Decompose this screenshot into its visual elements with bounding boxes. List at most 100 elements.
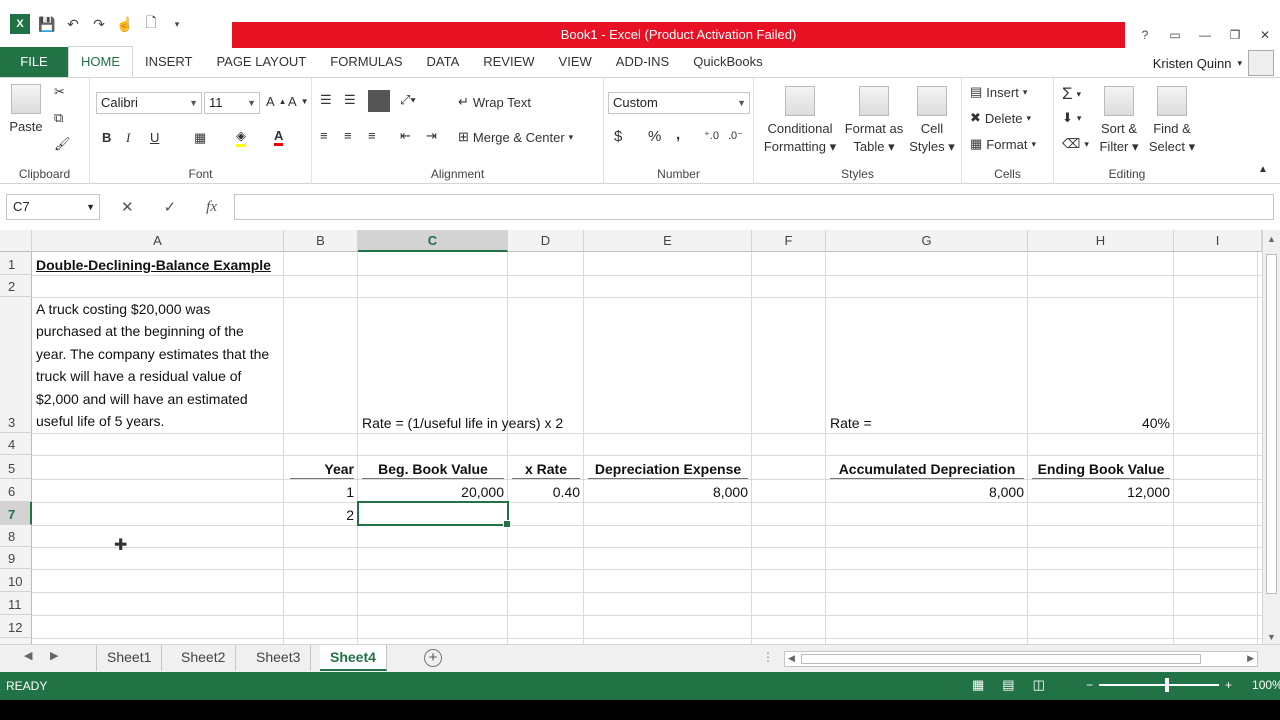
orientation-icon[interactable]: ⤢▾: [400, 92, 416, 108]
cell-h3[interactable]: 40%: [1028, 411, 1174, 433]
page-break-view-icon[interactable]: ◫: [1033, 677, 1045, 693]
format-painter-icon[interactable]: 🖌: [54, 136, 71, 152]
formula-input[interactable]: [234, 194, 1274, 220]
cell-a1[interactable]: Double-Declining-Balance Example: [32, 252, 284, 275]
tab-page-layout[interactable]: PAGE LAYOUT: [204, 47, 318, 77]
cell-e5[interactable]: Depreciation Expense: [584, 455, 752, 479]
name-box[interactable]: C7 ▼: [6, 194, 100, 220]
cell-h6[interactable]: 12,000: [1028, 479, 1174, 502]
column-header-b[interactable]: B: [284, 230, 358, 252]
customize-qat-icon[interactable]: ▾: [164, 11, 190, 37]
copy-icon[interactable]: ⧉: [54, 110, 63, 126]
grow-font-icon[interactable]: A ▲: [266, 94, 287, 109]
restore-icon[interactable]: ❐: [1220, 22, 1250, 48]
tab-add-ins[interactable]: ADD-INS: [604, 47, 681, 77]
row-header-3[interactable]: 3: [0, 297, 32, 433]
tab-view[interactable]: VIEW: [547, 47, 604, 77]
zoom-level[interactable]: 100%: [1252, 678, 1280, 692]
align-left-icon[interactable]: ≡: [320, 128, 328, 143]
shrink-font-icon[interactable]: A ▼: [288, 94, 309, 109]
cell-g6[interactable]: 8,000: [826, 479, 1028, 502]
insert-function-icon[interactable]: fx: [206, 199, 217, 216]
zoom-slider[interactable]: [1099, 678, 1220, 692]
save-icon[interactable]: 💾: [34, 11, 60, 37]
cell-d5[interactable]: x Rate: [508, 455, 584, 479]
tab-data[interactable]: DATA: [415, 47, 472, 77]
scroll-down-icon[interactable]: ▼: [1267, 632, 1276, 642]
cut-icon[interactable]: ✂: [54, 84, 65, 100]
enter-icon[interactable]: ✓: [164, 198, 177, 216]
autosum-icon[interactable]: Σ ▾: [1062, 84, 1081, 104]
cell-c5[interactable]: Beg. Book Value: [358, 455, 508, 479]
format-as-table-button[interactable]: Format as Table ▾: [842, 86, 906, 156]
tab-split-handle-icon[interactable]: ⋮: [762, 650, 774, 664]
row-header-1[interactable]: 1: [0, 252, 32, 275]
align-center-icon[interactable]: ≡: [344, 128, 352, 143]
column-header-d[interactable]: D: [508, 230, 584, 252]
tab-review[interactable]: REVIEW: [471, 47, 546, 77]
row-header-2[interactable]: 2: [0, 275, 32, 297]
bottom-align-icon[interactable]: [368, 90, 390, 112]
row-header-12[interactable]: 12: [0, 615, 32, 638]
sheet-tab-sheet1[interactable]: Sheet1: [96, 645, 163, 671]
row-header-10[interactable]: 10: [0, 569, 32, 592]
vertical-scrollbar[interactable]: ▲ ▼: [1262, 230, 1280, 644]
scroll-up-icon[interactable]: ▲: [1267, 234, 1276, 244]
row-header-6[interactable]: 6: [0, 479, 32, 502]
comma-button[interactable]: ,: [676, 126, 680, 143]
user-account[interactable]: Kristen Quinn ▾: [1153, 48, 1280, 78]
cell-c6[interactable]: 20,000: [358, 479, 508, 502]
touch-mode-icon[interactable]: ☝: [112, 11, 138, 37]
cancel-icon[interactable]: ✕: [121, 198, 134, 216]
bold-button[interactable]: B: [102, 130, 111, 145]
middle-align-icon[interactable]: ☰: [344, 92, 356, 108]
tab-home[interactable]: HOME: [68, 46, 133, 77]
clear-icon[interactable]: ⌫ ▾: [1062, 136, 1089, 152]
prev-sheet-icon[interactable]: ◀: [24, 649, 32, 662]
column-header-f[interactable]: F: [752, 230, 826, 252]
tab-insert[interactable]: INSERT: [133, 47, 204, 77]
paste-button[interactable]: Paste: [6, 84, 46, 136]
merge-center-button[interactable]: ⊞ Merge & Center ▾: [458, 129, 573, 145]
delete-cells-button[interactable]: ✖ Delete ▾: [970, 110, 1031, 126]
scroll-right-icon[interactable]: ▶: [1247, 653, 1254, 664]
close-icon[interactable]: ✕: [1250, 22, 1280, 48]
borders-icon[interactable]: ▦: [194, 130, 206, 146]
fill-icon[interactable]: ⬇ ▾: [1062, 110, 1081, 126]
font-size-select[interactable]: 11 ▼: [204, 92, 260, 114]
zoom-slider-knob[interactable]: [1165, 678, 1170, 692]
column-header-i[interactable]: I: [1174, 230, 1262, 252]
tab-formulas[interactable]: FORMULAS: [318, 47, 414, 77]
cell-b6[interactable]: 1: [284, 479, 358, 502]
zoom-in-icon[interactable]: +: [1225, 678, 1232, 692]
decrease-indent-icon[interactable]: ⇤: [400, 128, 411, 144]
cell-e6[interactable]: 8,000: [584, 479, 752, 502]
column-header-h[interactable]: H: [1028, 230, 1174, 252]
redo-icon[interactable]: ↷: [86, 11, 112, 37]
format-cells-button[interactable]: ▦ Format ▾: [970, 136, 1036, 152]
new-file-icon[interactable]: 🗋: [138, 11, 164, 37]
page-layout-view-icon[interactable]: ▤: [1002, 677, 1014, 693]
italic-button[interactable]: I: [126, 130, 130, 146]
font-name-select[interactable]: Calibri ▼: [96, 92, 202, 114]
row-header-8[interactable]: 8: [0, 525, 32, 547]
row-header-5[interactable]: 5: [0, 455, 32, 479]
cell-g3[interactable]: Rate =: [826, 411, 1028, 433]
top-align-icon[interactable]: ☰: [320, 92, 332, 108]
cell-a3[interactable]: A truck costing $20,000 was purchased at…: [32, 297, 278, 433]
ribbon-display-icon[interactable]: ▭: [1160, 22, 1190, 48]
cell-d6[interactable]: 0.40: [508, 479, 584, 502]
cell-styles-button[interactable]: Cell Styles ▾: [906, 86, 958, 156]
tab-quickbooks[interactable]: QuickBooks: [681, 47, 774, 77]
minimize-icon[interactable]: —: [1190, 22, 1220, 48]
font-color-icon[interactable]: A: [274, 128, 284, 146]
column-header-g[interactable]: G: [826, 230, 1028, 252]
increase-indent-icon[interactable]: ⇥: [426, 128, 437, 144]
cell-b5[interactable]: Year: [284, 455, 358, 479]
sheet-tab-sheet3[interactable]: Sheet3: [246, 645, 312, 671]
active-cell-c7[interactable]: [357, 501, 511, 528]
cell-h5[interactable]: Ending Book Value: [1028, 455, 1174, 479]
sheet-tab-sheet4[interactable]: Sheet4: [320, 645, 387, 671]
percent-button[interactable]: %: [648, 128, 661, 145]
cell-g5[interactable]: Accumulated Depreciation: [826, 455, 1028, 479]
